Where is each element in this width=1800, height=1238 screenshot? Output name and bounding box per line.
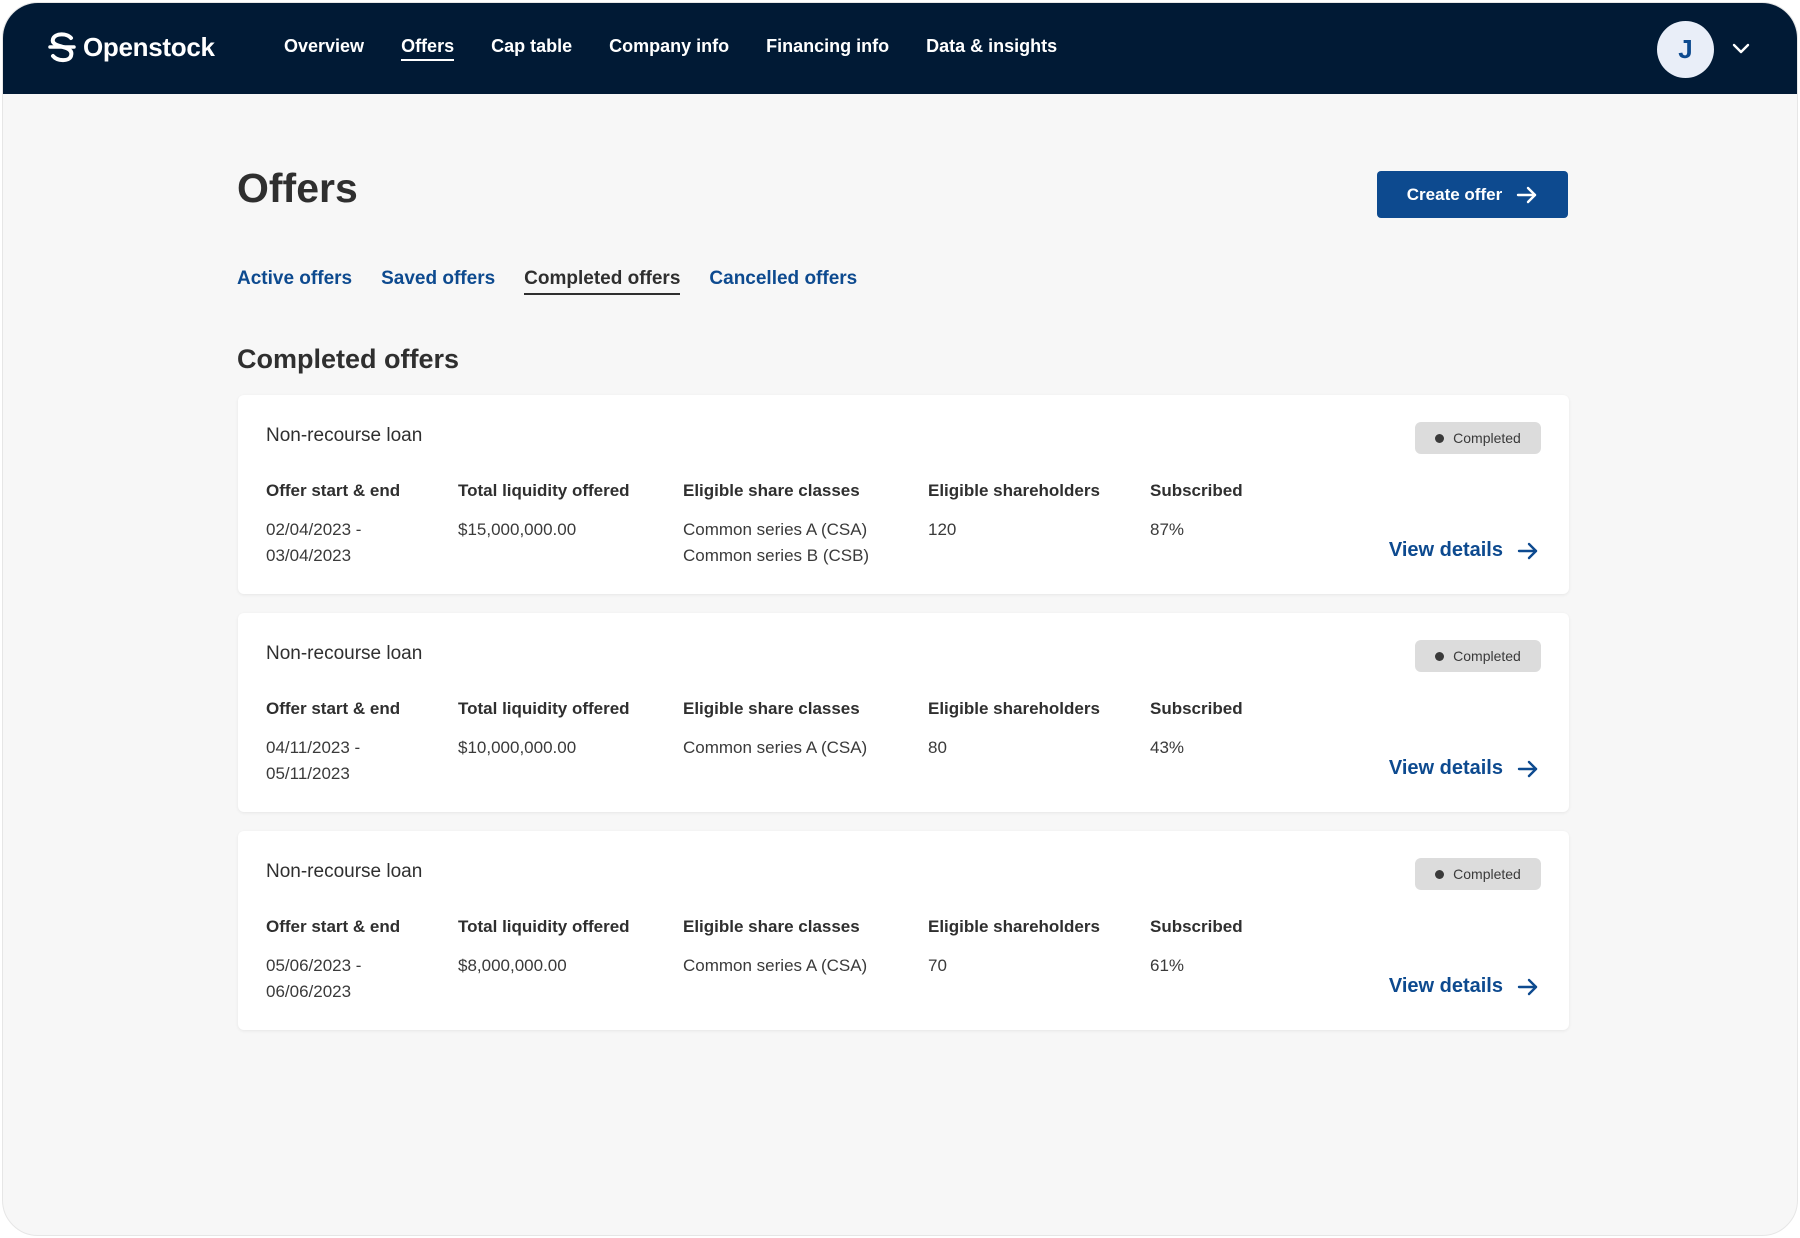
openstock-logo-icon	[48, 32, 76, 63]
dates-column: Offer start & end 02/04/2023 - 03/04/202…	[266, 481, 400, 569]
classes-column: Eligible share classes Common series A (…	[683, 481, 869, 569]
nav-item-offers[interactable]: Offers	[401, 36, 455, 61]
view-details-link[interactable]: View details	[1389, 539, 1539, 562]
liquidity-header: Total liquidity offered	[458, 481, 630, 500]
tab-saved-offers[interactable]: Saved offers	[381, 268, 495, 295]
subscribed-column: Subscribed 43%	[1150, 699, 1243, 761]
offer-start: 04/11/2023 -	[266, 738, 361, 757]
offer-start: 05/06/2023 -	[266, 956, 362, 975]
tab-cancelled-offers[interactable]: Cancelled offers	[709, 268, 857, 295]
share-class: Common series B (CSB)	[683, 546, 870, 565]
classes-header: Eligible share classes	[683, 917, 860, 936]
liquidity-column: Total liquidity offered $10,000,000.00	[458, 699, 630, 761]
arrow-right-icon	[1517, 186, 1537, 203]
dates-column: Offer start & end 04/11/2023 - 05/11/202…	[266, 699, 400, 787]
subscribed-value: 87%	[1150, 520, 1185, 539]
subscribed-column: Subscribed 87%	[1150, 481, 1243, 543]
view-details-label: View details	[1388, 539, 1503, 561]
app-frame: Openstock Overview Offers Cap table Comp…	[2, 2, 1798, 1236]
status-label: Completed	[1453, 648, 1521, 664]
nav-item-data-insights[interactable]: Data & insights	[926, 36, 1057, 61]
status-label: Completed	[1453, 430, 1521, 446]
offer-title: Non-recourse loan	[266, 643, 423, 664]
classes-header: Eligible share classes	[683, 481, 860, 500]
shareholders-column: Eligible shareholders 80	[928, 699, 1100, 761]
top-navigation: Openstock Overview Offers Cap table Comp…	[3, 3, 1797, 94]
status-dot-icon	[1435, 869, 1445, 879]
shareholders-header: Eligible shareholders	[928, 481, 1100, 500]
status-badge: Completed	[1415, 422, 1541, 454]
tab-active-offers[interactable]: Active offers	[237, 268, 352, 295]
create-offer-button[interactable]: Create offer	[1377, 171, 1568, 218]
share-class: Common series A (CSA)	[683, 738, 868, 757]
status-dot-icon	[1435, 433, 1445, 443]
subscribed-header: Subscribed	[1150, 917, 1243, 936]
offer-end: 03/04/2023	[266, 546, 352, 565]
offer-end: 06/06/2023	[266, 982, 352, 1001]
liquidity-column: Total liquidity offered $15,000,000.00	[458, 481, 630, 543]
view-details-label: View details	[1388, 975, 1503, 997]
subscribed-value: 43%	[1150, 738, 1185, 757]
subscribed-column: Subscribed 61%	[1150, 917, 1243, 979]
tab-completed-offers[interactable]: Completed offers	[524, 268, 681, 295]
classes-column: Eligible share classes Common series A (…	[683, 917, 867, 979]
subscribed-header: Subscribed	[1150, 481, 1243, 500]
nav-item-company-info[interactable]: Company info	[609, 36, 729, 61]
arrow-right-icon	[1517, 760, 1538, 777]
liquidity-column: Total liquidity offered $8,000,000.00	[458, 917, 630, 979]
logo-text: Openstock	[83, 31, 215, 62]
share-class: Common series A (CSA)	[683, 956, 868, 975]
nav-item-cap-table[interactable]: Cap table	[491, 36, 572, 61]
liquidity-value: $15,000,000.00	[458, 520, 577, 539]
shareholders-value: 120	[928, 520, 957, 539]
logo[interactable]: Openstock	[47, 31, 215, 63]
shareholders-header: Eligible shareholders	[928, 917, 1100, 936]
offer-end: 05/11/2023	[266, 764, 350, 783]
dates-header: Offer start & end	[266, 699, 401, 718]
offer-card: Non-recourse loan Completed Offer start …	[238, 395, 1569, 594]
dates-header: Offer start & end	[266, 481, 401, 500]
dates-header: Offer start & end	[266, 917, 401, 936]
offer-tabs: Active offers Saved offers Completed off…	[237, 268, 886, 295]
nav-links: Overview Offers Cap table Company info F…	[284, 3, 1094, 94]
view-details-link[interactable]: View details	[1389, 757, 1539, 780]
status-label: Completed	[1453, 866, 1521, 882]
arrow-right-icon	[1517, 542, 1538, 559]
page-title: Offers	[237, 165, 358, 211]
shareholders-value: 70	[928, 956, 947, 975]
create-offer-label: Create offer	[1406, 184, 1503, 204]
liquidity-header: Total liquidity offered	[458, 917, 630, 936]
status-badge: Completed	[1415, 858, 1541, 890]
status-dot-icon	[1435, 651, 1445, 661]
liquidity-value: $8,000,000.00	[458, 956, 567, 975]
shareholders-column: Eligible shareholders 70	[928, 917, 1100, 979]
status-badge: Completed	[1415, 640, 1541, 672]
liquidity-header: Total liquidity offered	[458, 699, 630, 718]
subscribed-value: 61%	[1150, 956, 1185, 975]
offer-title: Non-recourse loan	[266, 425, 423, 446]
share-class: Common series A (CSA)	[683, 520, 868, 539]
subscribed-header: Subscribed	[1150, 699, 1243, 718]
shareholders-header: Eligible shareholders	[928, 699, 1100, 718]
classes-header: Eligible share classes	[683, 699, 860, 718]
offer-card: Non-recourse loan Completed Offer start …	[238, 831, 1569, 1030]
view-details-link[interactable]: View details	[1389, 975, 1539, 998]
section-title: Completed offers	[237, 344, 460, 374]
liquidity-value: $10,000,000.00	[458, 738, 577, 757]
offer-card: Non-recourse loan Completed Offer start …	[238, 613, 1569, 812]
shareholders-value: 80	[928, 738, 947, 757]
arrow-right-icon	[1517, 978, 1538, 995]
avatar[interactable]: J	[1657, 21, 1714, 78]
offer-start: 02/04/2023 -	[266, 520, 362, 539]
nav-item-financing-info[interactable]: Financing info	[766, 36, 889, 61]
shareholders-column: Eligible shareholders 120	[928, 481, 1100, 543]
view-details-label: View details	[1388, 757, 1503, 779]
dates-column: Offer start & end 05/06/2023 - 06/06/202…	[266, 917, 400, 1005]
chevron-down-icon[interactable]	[1731, 41, 1751, 55]
offer-title: Non-recourse loan	[266, 861, 423, 882]
nav-item-overview[interactable]: Overview	[284, 36, 364, 61]
classes-column: Eligible share classes Common series A (…	[683, 699, 867, 761]
